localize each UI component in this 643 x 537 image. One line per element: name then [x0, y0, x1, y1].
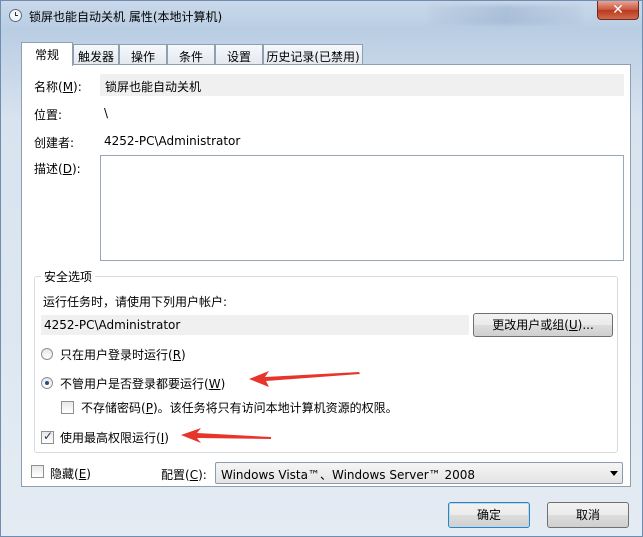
general-panel: 名称(M): 锁屏也能自动关机 位置: \ 创建者: 4252-PC\Admin… — [21, 64, 631, 487]
cancel-button[interactable]: 取消 — [547, 502, 629, 528]
title-bar: 锁屏也能自动关机 属性(本地计算机) ✕ — [1, 1, 642, 31]
tab-triggers[interactable]: 触发器 — [73, 44, 119, 65]
task-properties-window: 锁屏也能自动关机 属性(本地计算机) ✕ 常规 触发器 操作 条件 设置 历史记… — [0, 0, 643, 537]
annotation-arrow-icon — [249, 371, 360, 387]
change-user-button[interactable]: 更改用户或组(U)... — [473, 313, 613, 337]
author-label: 创建者: — [34, 136, 75, 150]
run-highest-privileges-label[interactable]: 使用最高权限运行(I) — [60, 429, 169, 446]
checkmark-icon: ✓ — [43, 429, 54, 443]
description-label: 描述(D): — [34, 162, 81, 176]
radio-run-whether-logged-on[interactable] — [41, 377, 53, 389]
radio-run-whether-logged-on-label[interactable]: 不管用户是否登录都要运行(W) — [60, 375, 225, 392]
tab-conditions[interactable]: 条件 — [167, 44, 215, 65]
window-title: 锁屏也能自动关机 属性(本地计算机) — [29, 10, 223, 24]
configure-for-select[interactable]: Windows Vista™、Windows Server™ 2008 — [215, 462, 623, 484]
close-button[interactable]: ✕ — [597, 1, 639, 20]
name-field[interactable]: 锁屏也能自动关机 — [100, 74, 624, 96]
tab-general[interactable]: 常规 — [21, 42, 73, 66]
chevron-down-icon[interactable] — [610, 471, 618, 476]
name-label: 名称(M): — [34, 80, 82, 94]
hidden-checkbox[interactable] — [31, 465, 44, 478]
radio-run-logged-on[interactable] — [41, 348, 53, 360]
description-textarea[interactable] — [100, 155, 624, 261]
location-label: 位置: — [34, 108, 63, 122]
tab-history[interactable]: 历史记录(已禁用) — [263, 44, 363, 65]
configure-for-value: Windows Vista™、Windows Server™ 2008 — [221, 468, 476, 482]
hidden-label[interactable]: 隐藏(E) — [50, 465, 91, 482]
user-account-field: 4252-PC\Administrator — [41, 315, 469, 335]
radio-run-logged-on-label[interactable]: 只在用户登录时运行(R) — [60, 346, 186, 363]
run-as-text: 运行任务时，请使用下列用户帐户: — [43, 295, 228, 309]
security-options-group: 安全选项 运行任务时，请使用下列用户帐户: 4252-PC\Administra… — [34, 268, 618, 453]
location-value: \ — [104, 106, 109, 120]
name-value: 锁屏也能自动关机 — [105, 80, 202, 94]
run-highest-privileges-checkbox[interactable]: ✓ — [41, 429, 54, 444]
security-options-title: 安全选项 — [41, 268, 96, 285]
annotation-arrow-icon — [181, 428, 271, 443]
configure-label: 配置(C): — [161, 468, 207, 482]
close-icon: ✕ — [612, 2, 624, 18]
tab-actions[interactable]: 操作 — [119, 44, 167, 65]
no-store-password-checkbox[interactable] — [61, 401, 74, 414]
blurred-background — [431, 5, 581, 25]
author-value: 4252-PC\Administrator — [104, 134, 241, 148]
tab-settings[interactable]: 设置 — [215, 44, 263, 65]
no-store-password-label[interactable]: 不存储密码(P)。该任务将只有访问本地计算机资源的权限。 — [81, 399, 398, 416]
user-account-value: 4252-PC\Administrator — [44, 318, 181, 332]
clock-icon — [9, 9, 22, 22]
ok-button[interactable]: 确定 — [448, 502, 530, 528]
